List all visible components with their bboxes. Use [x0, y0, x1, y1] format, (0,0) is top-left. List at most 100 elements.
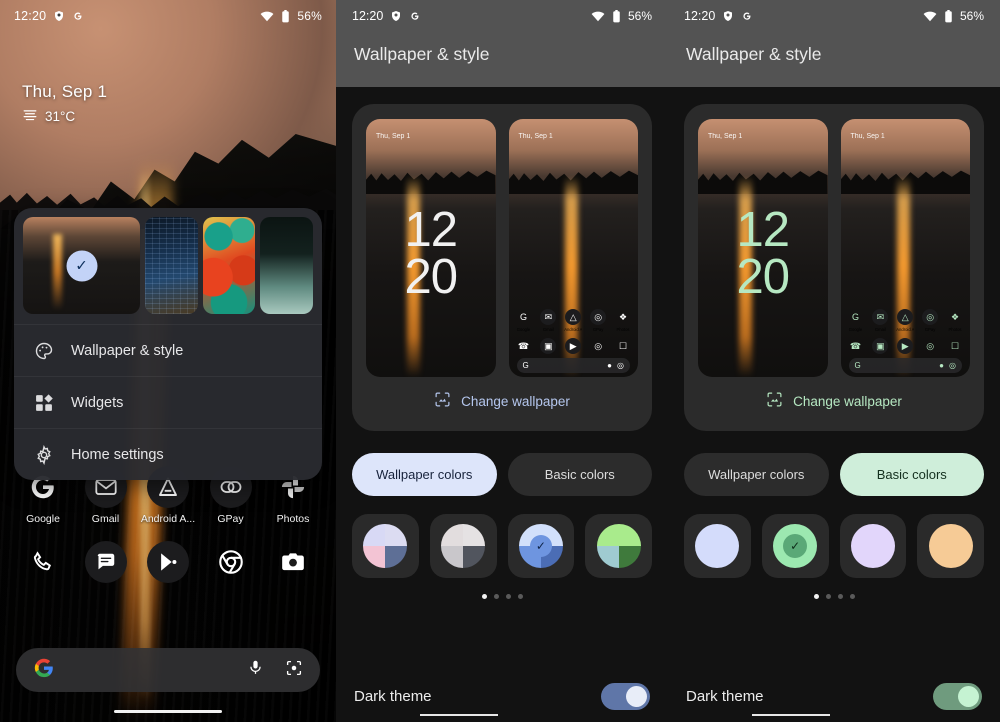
preview-date: Thu, Sep 1 [518, 133, 553, 140]
app-label: Google [26, 513, 60, 525]
camera-icon [272, 541, 314, 583]
battery-icon [612, 9, 621, 23]
app-messages[interactable] [77, 541, 135, 583]
selected-check-icon: ✓ [66, 250, 98, 281]
dark-theme-toggle[interactable] [601, 682, 650, 710]
tab-wallpaper-colors[interactable]: Wallpaper colors [684, 453, 829, 496]
status-bar: 12:20 56% [668, 0, 1000, 32]
home-screen-preview[interactable]: Thu, Sep 1 G Google ✉ Gmail △ Android A... … [508, 119, 638, 377]
mic-icon: ● [939, 361, 945, 370]
preview-app-messages: ▣ [539, 338, 557, 354]
tab-basic-colors[interactable]: Basic colors [507, 453, 652, 496]
preview-app-label: Google [516, 327, 531, 332]
page-dot[interactable] [837, 594, 843, 599]
dark-theme-label: Dark theme [686, 687, 764, 705]
menu-item-widgets[interactable]: Widgets [14, 376, 322, 428]
lens-icon[interactable] [285, 659, 303, 682]
preview-app-photos: ❖ Photos [946, 309, 964, 333]
gmail-icon: ✉ [872, 309, 889, 325]
phone-icon: ☎ [517, 340, 530, 351]
app-play-store[interactable] [139, 541, 197, 583]
preview-clock-minute: 20 [404, 249, 458, 304]
page-dot[interactable] [825, 594, 831, 599]
menu-item-home-settings[interactable]: Home settings [14, 428, 322, 480]
home-screen-preview[interactable]: Thu, Sep 1 G Google ✉ Gmail △ Android A... … [840, 119, 970, 377]
preview-date: Thu, Sep 1 [708, 133, 743, 140]
preview-app-label: Photos [616, 327, 630, 332]
preview-app-gmail: ✉ Gmail [871, 309, 889, 332]
google-search-bar[interactable] [16, 648, 320, 692]
play-store-icon [147, 541, 189, 583]
page-dot[interactable] [849, 594, 855, 599]
swatch-basic-purple[interactable] [839, 514, 907, 578]
preview-app-label: Google [848, 327, 863, 332]
mic-icon[interactable] [247, 659, 264, 681]
preview-date: Thu, Sep 1 [850, 133, 885, 140]
preview-app-gmail: ✉ Gmail [539, 309, 557, 332]
shield-icon [53, 10, 65, 22]
lock-screen-preview[interactable]: Thu, Sep 1 12 20 [366, 119, 496, 377]
page-dot[interactable] [813, 594, 819, 599]
home-gesture-pill[interactable] [114, 710, 222, 713]
tab-basic-colors[interactable]: Basic colors [839, 453, 984, 496]
status-bar: 12:20 56% [0, 0, 336, 32]
dark-theme-row[interactable]: Dark theme [336, 670, 668, 722]
swatch-basic-orange[interactable] [917, 514, 984, 578]
settings-header: 12:20 56% Wallpaper & style [336, 0, 668, 87]
chrome-icon: ◎ [926, 340, 935, 351]
preview-search-bar: G ● ◎ [848, 358, 962, 373]
wallpaper-thumb-city-night[interactable] [145, 217, 198, 314]
gmail-icon: ✉ [540, 309, 557, 325]
battery-icon [281, 9, 290, 23]
shield-icon [390, 10, 402, 22]
android-auto-icon: △ [897, 309, 914, 325]
gear-icon [33, 444, 54, 465]
lock-screen-preview[interactable]: Thu, Sep 1 12 20 [698, 119, 828, 377]
dark-theme-toggle[interactable] [933, 682, 982, 710]
swatch-pink-blue[interactable] [352, 514, 419, 578]
page-dot[interactable] [481, 594, 487, 599]
wallpaper-thumb-yosemite-firefall[interactable]: ✓ [23, 217, 141, 314]
wallpaper-thumb-abstract-art[interactable] [202, 217, 256, 314]
app-phone[interactable] [14, 541, 72, 583]
widgets-icon [33, 392, 54, 413]
palette-icon [33, 340, 54, 361]
clock-weather-widget[interactable]: Thu, Sep 1 31°C [22, 82, 107, 124]
app-grid: Google Gmail Android A... GPay Photos [0, 466, 336, 589]
camera-icon: ☐ [618, 340, 628, 351]
swatch-basic-blue[interactable] [684, 514, 751, 578]
swatch-neutral-gray[interactable] [429, 514, 497, 578]
page-dot[interactable] [517, 594, 523, 599]
preview-app-label: Photos [948, 327, 962, 332]
page-dot[interactable] [493, 594, 499, 599]
chrome-icon: ◎ [594, 340, 603, 351]
preview-app-label: Gmail [874, 327, 886, 332]
selected-check-icon: ✓ [783, 534, 808, 558]
preview-app-row-2: ☎ ▣ ▶ ◎ ☐ [515, 338, 633, 354]
app-label: Photos [276, 513, 310, 525]
preview-card: Thu, Sep 1 12 20 Thu, Sep 1 G Google ✉ Gma… [352, 104, 652, 431]
swatch-basic-green[interactable]: ✓ [761, 514, 829, 578]
page-dot[interactable] [505, 594, 511, 599]
preview-app-play-store: ▶ [896, 338, 914, 354]
app-camera[interactable] [264, 541, 322, 583]
menu-item-wallpaper-style[interactable]: Wallpaper & style [14, 324, 322, 376]
dark-theme-row[interactable]: Dark theme [668, 670, 1000, 722]
tab-wallpaper-colors[interactable]: Wallpaper colors [352, 453, 497, 496]
change-wallpaper-label: Change wallpaper [793, 393, 902, 409]
app-chrome[interactable] [202, 541, 260, 583]
preview-app-label: GPay [592, 327, 604, 332]
change-wallpaper-button[interactable]: Change wallpaper [698, 377, 970, 421]
lens-icon: ◎ [617, 361, 624, 370]
treeline-silhouette [698, 170, 828, 195]
preview-app-camera: ☐ [614, 338, 632, 354]
page-title: Wallpaper & style [354, 44, 490, 64]
messages-icon: ▣ [872, 338, 889, 354]
swatch-green[interactable] [585, 514, 652, 578]
preview-app-label: GPay [924, 327, 936, 332]
color-source-tabs: Wallpaper colors Basic colors [352, 453, 652, 496]
change-wallpaper-button[interactable]: Change wallpaper [366, 377, 638, 421]
swatch-blue[interactable]: ✓ [507, 514, 575, 578]
preview-app-camera: ☐ [946, 338, 964, 354]
wallpaper-thumb-gradient[interactable] [260, 217, 313, 314]
